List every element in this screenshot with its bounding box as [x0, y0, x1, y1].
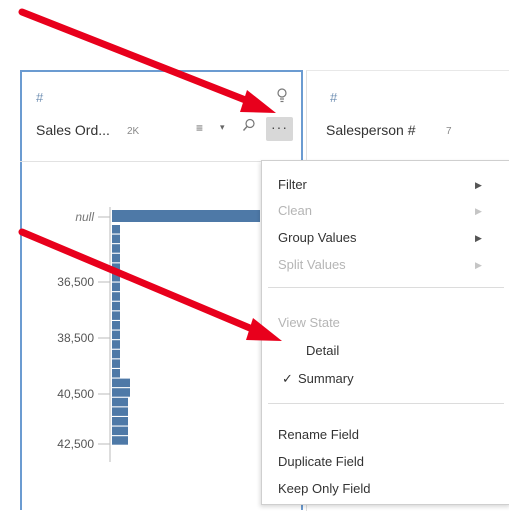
annotation-arrows: [18, 8, 282, 341]
arrow-to-view-state: [18, 228, 282, 341]
arrow-to-more-button: [18, 8, 276, 113]
